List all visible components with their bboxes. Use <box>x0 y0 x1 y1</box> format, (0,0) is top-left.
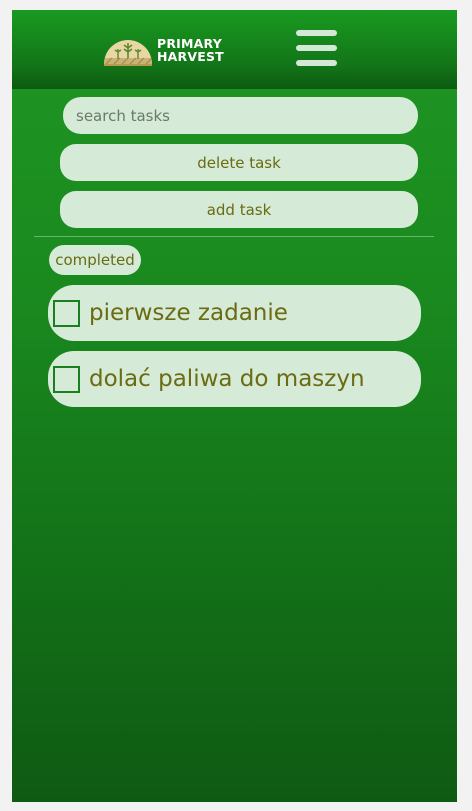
logo-line-2: HARVEST <box>157 49 224 64</box>
task-item: dolać paliwa do maszyn <box>48 351 421 407</box>
task-label: dolać paliwa do maszyn <box>89 366 365 392</box>
divider <box>34 236 434 237</box>
delete-task-button[interactable]: delete task <box>60 144 418 181</box>
header: PRIMARY HARVEST <box>12 10 457 89</box>
task-item: pierwsze zadanie <box>48 285 421 341</box>
search-field[interactable] <box>63 97 418 134</box>
logo-text: PRIMARY HARVEST <box>157 37 224 63</box>
hamburger-menu-icon[interactable] <box>296 30 337 68</box>
search-input[interactable] <box>74 105 418 126</box>
task-label: pierwsze zadanie <box>89 300 288 326</box>
add-task-button[interactable]: add task <box>60 191 418 228</box>
completed-filter-button[interactable]: completed <box>49 245 141 275</box>
task-checkbox[interactable] <box>53 365 80 393</box>
task-checkbox[interactable] <box>53 299 80 327</box>
app-container: PRIMARY HARVEST delete task add task com… <box>12 10 457 802</box>
